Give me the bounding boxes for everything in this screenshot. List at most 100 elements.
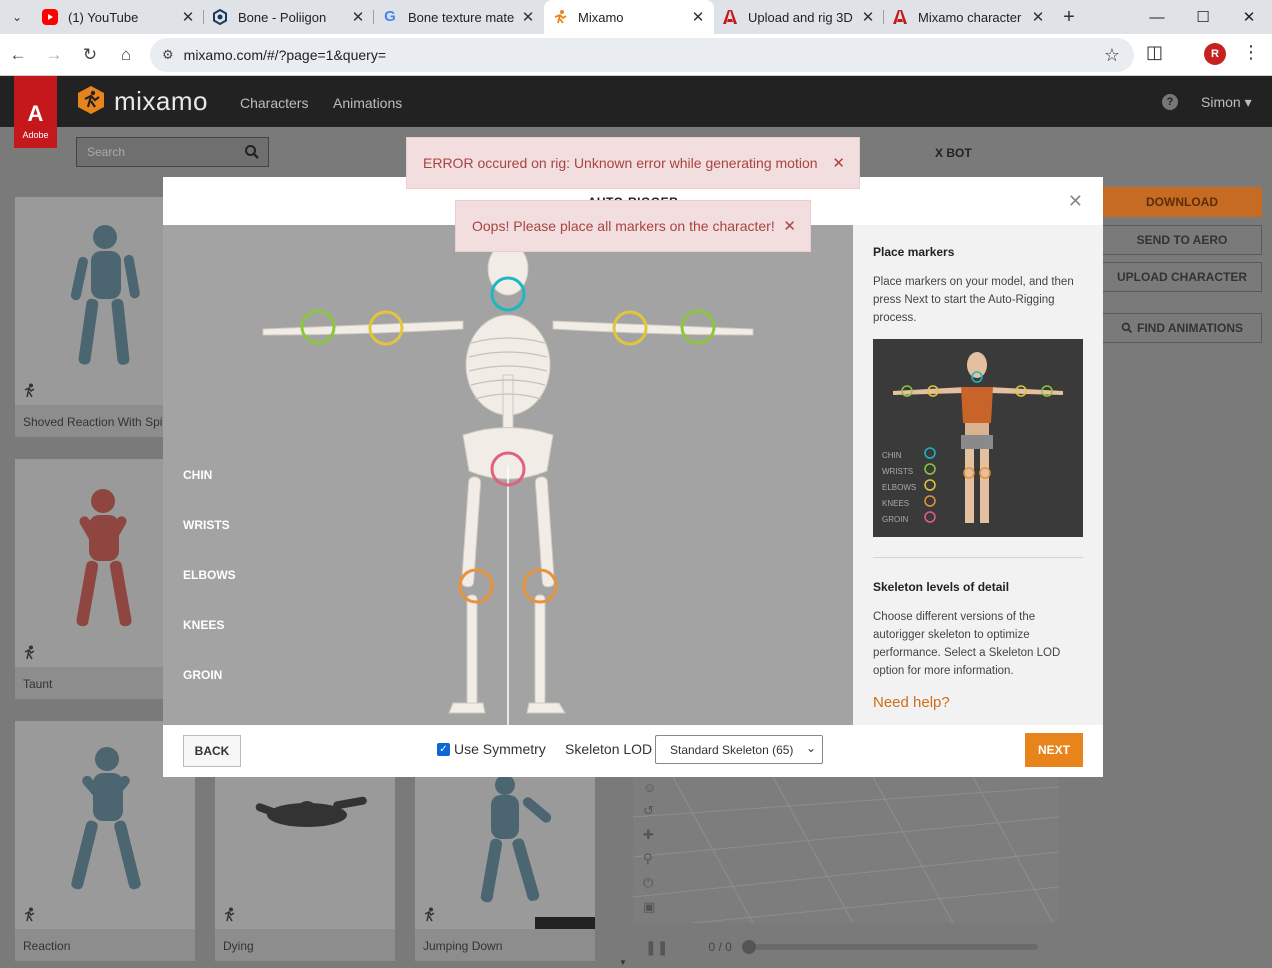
lod-text: Choose different versions of the autorig…	[873, 611, 1061, 677]
back-button[interactable]: BACK	[183, 735, 241, 767]
dialog-footer: BACK ✓ Use Symmetry Skeleton LOD Standar…	[163, 725, 1103, 777]
warning-alert: Oops! Please place all markers on the ch…	[455, 200, 811, 252]
find-animations-button[interactable]: FIND ANIMATIONS	[1102, 313, 1262, 343]
browser-tab-strip: ⌄ (1) YouTube ✕ Bone - Poliigon ✕ G Bone…	[0, 0, 1272, 34]
close-dialog-icon[interactable]: ✕	[1068, 191, 1083, 212]
close-window-icon[interactable]: ✕	[1226, 0, 1272, 34]
marker-label-groin: GROIN	[183, 668, 223, 682]
upload-character-button[interactable]: UPLOAD CHARACTER	[1102, 262, 1262, 292]
close-tab-icon[interactable]: ✕	[1030, 8, 1046, 26]
google-icon: G	[384, 8, 396, 25]
extensions-icon[interactable]: ◫	[1146, 42, 1163, 63]
search-input[interactable]: Search	[76, 137, 269, 167]
animation-card[interactable]: Dying	[215, 777, 395, 961]
home-icon[interactable]: ⌂	[108, 37, 144, 73]
timeline-slider[interactable]	[741, 940, 1038, 954]
divider	[873, 557, 1083, 558]
scroll-down-arrow-icon[interactable]: ▼	[619, 958, 627, 967]
close-tab-icon[interactable]: ✕	[520, 8, 536, 26]
browser-tab-youtube[interactable]: (1) YouTube ✕	[34, 0, 204, 34]
nav-animations[interactable]: Animations	[333, 95, 402, 111]
move-icon[interactable]: ✚	[643, 827, 663, 843]
back-arrow-icon[interactable]: ←	[0, 37, 36, 73]
viewport-toolbar: ☺ ↺ ✚ ⚲ ⏻ ▣	[643, 780, 663, 915]
browser-tab-adobe-mixamo[interactable]: Mixamo character ✕	[884, 0, 1054, 34]
adobe-logo[interactable]: A Adobe	[14, 76, 57, 148]
skeleton-lod-select[interactable]: Standard Skeleton (65) ⌄	[655, 735, 823, 764]
download-button[interactable]: DOWNLOAD	[1102, 187, 1262, 217]
face-icon[interactable]: ☺	[643, 780, 663, 795]
need-help-link[interactable]: Need help?	[873, 694, 1083, 711]
marker-stage[interactable]: CHIN WRISTS ELBOWS KNEES GROIN	[163, 225, 853, 725]
site-info-icon[interactable]: ⚙	[162, 47, 174, 63]
adobe-icon: A	[27, 101, 44, 126]
close-tab-icon[interactable]: ✕	[860, 8, 876, 26]
close-tab-icon[interactable]: ✕	[690, 8, 706, 26]
power-icon[interactable]: ⏻	[643, 875, 663, 891]
timeline-handle[interactable]	[741, 940, 756, 954]
mixamo-logo-icon[interactable]	[76, 85, 106, 115]
close-tab-icon[interactable]: ✕	[180, 8, 196, 26]
character-viewport[interactable]	[632, 776, 1060, 924]
close-tab-icon[interactable]: ✕	[350, 8, 366, 26]
reload-icon[interactable]: ↻	[72, 37, 108, 73]
lod-heading: Skeleton levels of detail	[873, 580, 1010, 594]
animation-type-icon	[24, 383, 35, 398]
floor-grid	[632, 776, 1060, 924]
lod-selected-value: Standard Skeleton (65)	[670, 742, 794, 757]
zoom-icon[interactable]: ⚲	[643, 851, 663, 867]
search-icon[interactable]	[244, 144, 260, 160]
marker-label-knees: KNEES	[183, 618, 225, 632]
close-alert-icon[interactable]: ✕	[783, 217, 796, 235]
marker-label-elbows: ELBOWS	[183, 568, 236, 582]
marker-label-chin: CHIN	[183, 468, 213, 482]
profile-avatar[interactable]: R	[1204, 43, 1226, 65]
use-symmetry-label: Use Symmetry	[454, 741, 546, 757]
instructions-panel: Place markers Place markers on your mode…	[853, 225, 1103, 725]
new-tab-plus-icon[interactable]: +	[1054, 6, 1084, 29]
error-alert-text: ERROR occured on rig: Unknown error whil…	[423, 155, 818, 171]
url-text[interactable]: mixamo.com/#/?page=1&query=	[184, 47, 386, 63]
brand-wordmark[interactable]: mixamo	[114, 86, 208, 117]
bookmark-star-icon[interactable]: ☆	[1104, 45, 1120, 66]
skeleton-model	[262, 242, 754, 725]
maximize-icon[interactable]: ☐	[1180, 0, 1226, 34]
legend-elbows: ELBOWS	[882, 483, 917, 492]
browser-tab-adobe-upload[interactable]: Upload and rig 3D ✕	[714, 0, 884, 34]
search-placeholder: Search	[87, 145, 126, 159]
character-title: X BOT	[935, 146, 972, 160]
next-button[interactable]: NEXT	[1025, 733, 1083, 767]
browser-tab-mixamo[interactable]: Mixamo ✕	[544, 0, 714, 34]
marker-reference-image: CHIN WRISTS ELBOWS KNEES GROIN	[873, 339, 1083, 537]
camera-icon[interactable]: ▣	[643, 899, 663, 915]
minimize-icon[interactable]: —	[1134, 0, 1180, 34]
frame-counter: 0 / 0	[708, 940, 732, 954]
address-bar[interactable]: ⚙ mixamo.com/#/?page=1&query= ☆	[150, 38, 1134, 72]
send-to-aero-button[interactable]: SEND TO AERO	[1102, 225, 1262, 255]
checkbox-checked-icon[interactable]: ✓	[437, 742, 450, 756]
nav-characters[interactable]: Characters	[240, 95, 308, 111]
use-symmetry-checkbox[interactable]: ✓ Use Symmetry	[437, 741, 546, 757]
adobe-icon	[722, 9, 738, 25]
animation-thumbnail	[215, 777, 395, 929]
browser-tab-poliigon[interactable]: Bone - Poliigon ✕	[204, 0, 374, 34]
search-icon	[1121, 322, 1133, 334]
legend-knees: KNEES	[882, 499, 910, 508]
browser-tab-google[interactable]: G Bone texture mate ✕	[374, 0, 544, 34]
pause-icon[interactable]: ❚❚	[645, 939, 668, 956]
tab-search-icon[interactable]: ⌄	[0, 0, 34, 34]
animation-type-icon	[424, 907, 435, 922]
error-alert: ERROR occured on rig: Unknown error whil…	[406, 137, 860, 189]
animation-caption: Reaction	[15, 929, 195, 961]
rotate-icon[interactable]: ↺	[643, 803, 663, 819]
user-menu[interactable]: Simon ▾	[1201, 94, 1252, 111]
browser-toolbar: ← → ↻ ⌂ ⚙ mixamo.com/#/?page=1&query= ☆ …	[0, 34, 1272, 76]
forward-arrow-icon[interactable]: →	[36, 37, 72, 73]
tab-title: (1) YouTube	[68, 9, 139, 25]
marker-label-wrists: WRISTS	[183, 518, 230, 532]
animation-type-icon	[224, 907, 235, 922]
animation-card[interactable]: Jumping Down	[415, 775, 595, 961]
browser-menu-icon[interactable]: ⋮	[1242, 42, 1260, 63]
help-icon[interactable]: ?	[1162, 94, 1178, 110]
close-alert-icon[interactable]: ✕	[832, 154, 845, 172]
